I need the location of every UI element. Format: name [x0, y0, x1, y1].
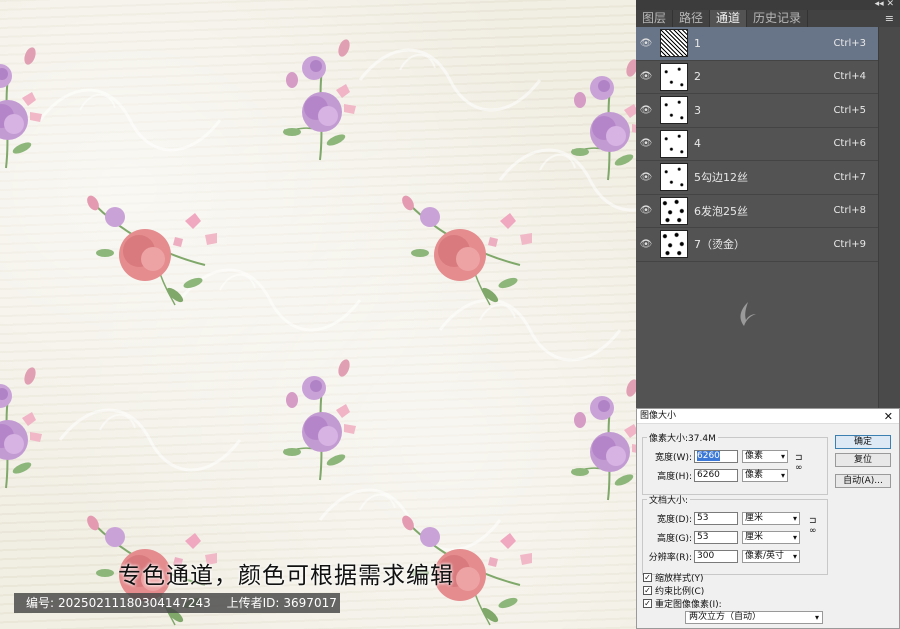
constrain-proportions-checkbox[interactable]: ✓ 约束比例(C)	[643, 584, 704, 597]
watermark-id-value: 20250211180304147243	[58, 596, 211, 610]
pixel-width-row: 宽度(W): 6260 像素	[642, 448, 788, 464]
dialog-title: 图像大小	[640, 411, 677, 421]
channel-row[interactable]: 👁 6发泡25丝 Ctrl+8	[636, 194, 878, 228]
pixel-width-input[interactable]: 6260	[694, 449, 738, 463]
doc-height-input[interactable]: 53	[694, 530, 738, 544]
document-size-label: 文档大小:	[649, 496, 689, 506]
doc-width-unit-select[interactable]: 厘米	[742, 511, 800, 525]
doc-link-chain-icon: ⊐ ∞	[809, 516, 817, 536]
channel-thumbnail	[660, 29, 688, 58]
channel-row[interactable]: 👁 2 Ctrl+4	[636, 60, 878, 94]
watermark-bar: 编号: 20250211180304147243 上传者ID: 3697017	[14, 593, 340, 613]
tab-paths[interactable]: 路径	[673, 10, 711, 27]
channel-name: 3	[694, 103, 701, 117]
channel-row[interactable]: 👁 4 Ctrl+6	[636, 127, 878, 161]
dialog-titlebar: 图像大小 ✕	[637, 409, 899, 424]
visibility-eye-icon[interactable]: 👁	[636, 172, 656, 183]
tab-channels[interactable]: 通道	[710, 10, 748, 27]
channel-name: 2	[694, 70, 701, 84]
channel-shortcut: Ctrl+8	[833, 205, 866, 217]
visibility-eye-icon[interactable]: 👁	[636, 239, 656, 250]
doc-height-unit-select[interactable]: 厘米	[742, 530, 800, 544]
checkbox-check-icon: ✓	[643, 599, 652, 608]
doc-width-label: 宽度(D):	[657, 514, 692, 525]
image-size-dialog: 图像大小 ✕ 像素大小:37.4M 宽度(W): 6260 像素 高度(H): …	[636, 408, 900, 629]
pixel-height-input[interactable]: 6260	[694, 468, 738, 482]
pixel-height-label: 高度(H):	[657, 471, 692, 482]
pixel-size-label: 像素大小:37.4M	[649, 434, 716, 444]
tab-history[interactable]: 历史记录	[747, 10, 809, 27]
pixel-height-unit-select[interactable]: 像素	[742, 468, 788, 482]
tab-layers[interactable]: 图层	[636, 10, 674, 27]
watermark-uploader-value: 3697017	[283, 596, 337, 610]
channel-thumbnail	[660, 163, 688, 192]
visibility-eye-icon[interactable]: 👁	[636, 138, 656, 149]
channel-shortcut: Ctrl+6	[833, 138, 866, 150]
ok-button[interactable]: 确定	[835, 435, 891, 449]
checkbox-check-icon: ✓	[643, 573, 652, 582]
channel-shortcut: Ctrl+4	[833, 71, 866, 83]
watermark-uploader-label: 上传者ID:	[226, 596, 280, 610]
channel-shortcut: Ctrl+9	[833, 238, 866, 250]
channel-thumbnail	[660, 96, 688, 125]
channel-row[interactable]: 👁 7（烫金） Ctrl+9	[636, 228, 878, 262]
visibility-eye-icon[interactable]: 👁	[636, 71, 656, 82]
resolution-input[interactable]: 300	[694, 549, 738, 563]
reset-button[interactable]: 复位	[835, 453, 891, 467]
pixel-link-chain-icon: ⊐ ∞	[795, 453, 803, 473]
panel-scrollbar[interactable]	[878, 27, 900, 408]
document-canvas[interactable]: 专色通道，颜色可根据需求编辑 编号: 20250211180304147243 上…	[0, 0, 636, 629]
resolution-unit-select[interactable]: 像素/英寸	[742, 549, 800, 563]
pixel-width-label: 宽度(W):	[655, 452, 692, 463]
channel-name: 4	[694, 137, 701, 151]
scale-styles-checkbox[interactable]: ✓ 缩放样式(Y)	[643, 571, 704, 584]
doc-width-row: 宽度(D): 53 厘米	[642, 510, 800, 526]
canvas-caption: 专色通道，颜色可根据需求编辑	[118, 563, 454, 589]
pixel-height-row: 高度(H): 6260 像素	[642, 467, 788, 483]
channel-shortcut: Ctrl+5	[833, 104, 866, 116]
resample-method-select[interactable]: 两次立方（自动）	[685, 611, 823, 624]
panel-menu-icon[interactable]: ≡	[885, 10, 894, 27]
channel-thumbnail	[660, 129, 688, 158]
resolution-row: 分辨率(R): 300 像素/英寸	[642, 548, 800, 564]
leaf-logo-icon	[740, 302, 756, 326]
channel-row[interactable]: 👁 1 Ctrl+3	[636, 27, 878, 61]
floral-pattern	[0, 36, 636, 626]
pixel-width-unit-select[interactable]: 像素	[742, 449, 788, 463]
panel-tabs: 图层 路径 通道 历史记录 ≡	[636, 10, 900, 27]
channel-name: 6发泡25丝	[694, 204, 748, 218]
channel-row[interactable]: 👁 3 Ctrl+5	[636, 94, 878, 128]
panel-top-strip: ◂◂ ✕	[636, 0, 900, 10]
resample-image-checkbox[interactable]: ✓ 重定图像像素(I):	[643, 597, 722, 610]
channel-name: 7（烫金）	[694, 238, 745, 252]
checkbox-check-icon: ✓	[643, 586, 652, 595]
channel-name: 1	[694, 36, 701, 50]
channel-thumbnail	[660, 62, 688, 91]
auto-button[interactable]: 自动(A)...	[835, 474, 891, 488]
channel-row[interactable]: 👁 5勾边12丝 Ctrl+7	[636, 161, 878, 195]
resolution-label: 分辨率(R):	[648, 552, 692, 563]
close-icon[interactable]: ✕	[884, 409, 893, 424]
channel-shortcut: Ctrl+3	[833, 37, 866, 49]
doc-height-row: 高度(G): 53 厘米	[642, 529, 800, 545]
doc-height-label: 高度(G):	[656, 533, 692, 544]
channel-shortcut: Ctrl+7	[833, 171, 866, 183]
channel-thumbnail	[660, 230, 688, 259]
visibility-eye-icon[interactable]: 👁	[636, 205, 656, 216]
collapse-panel-icon[interactable]: ◂◂ ✕	[875, 0, 894, 9]
visibility-eye-icon[interactable]: 👁	[636, 105, 656, 116]
channel-thumbnail	[660, 196, 688, 225]
channel-list: 👁 1 Ctrl+3 👁 2 Ctrl+4 👁 3 Ctrl+5 👁 4 Ctr…	[636, 27, 878, 262]
visibility-eye-icon[interactable]: 👁	[636, 38, 656, 49]
doc-width-input[interactable]: 53	[694, 511, 738, 525]
channel-name: 5勾边12丝	[694, 171, 748, 185]
channels-panel: ◂◂ ✕ 图层 路径 通道 历史记录 ≡ 👁 1 Ctrl+3 👁 2 Ctrl…	[636, 0, 900, 408]
watermark-id-label: 编号:	[26, 596, 55, 610]
